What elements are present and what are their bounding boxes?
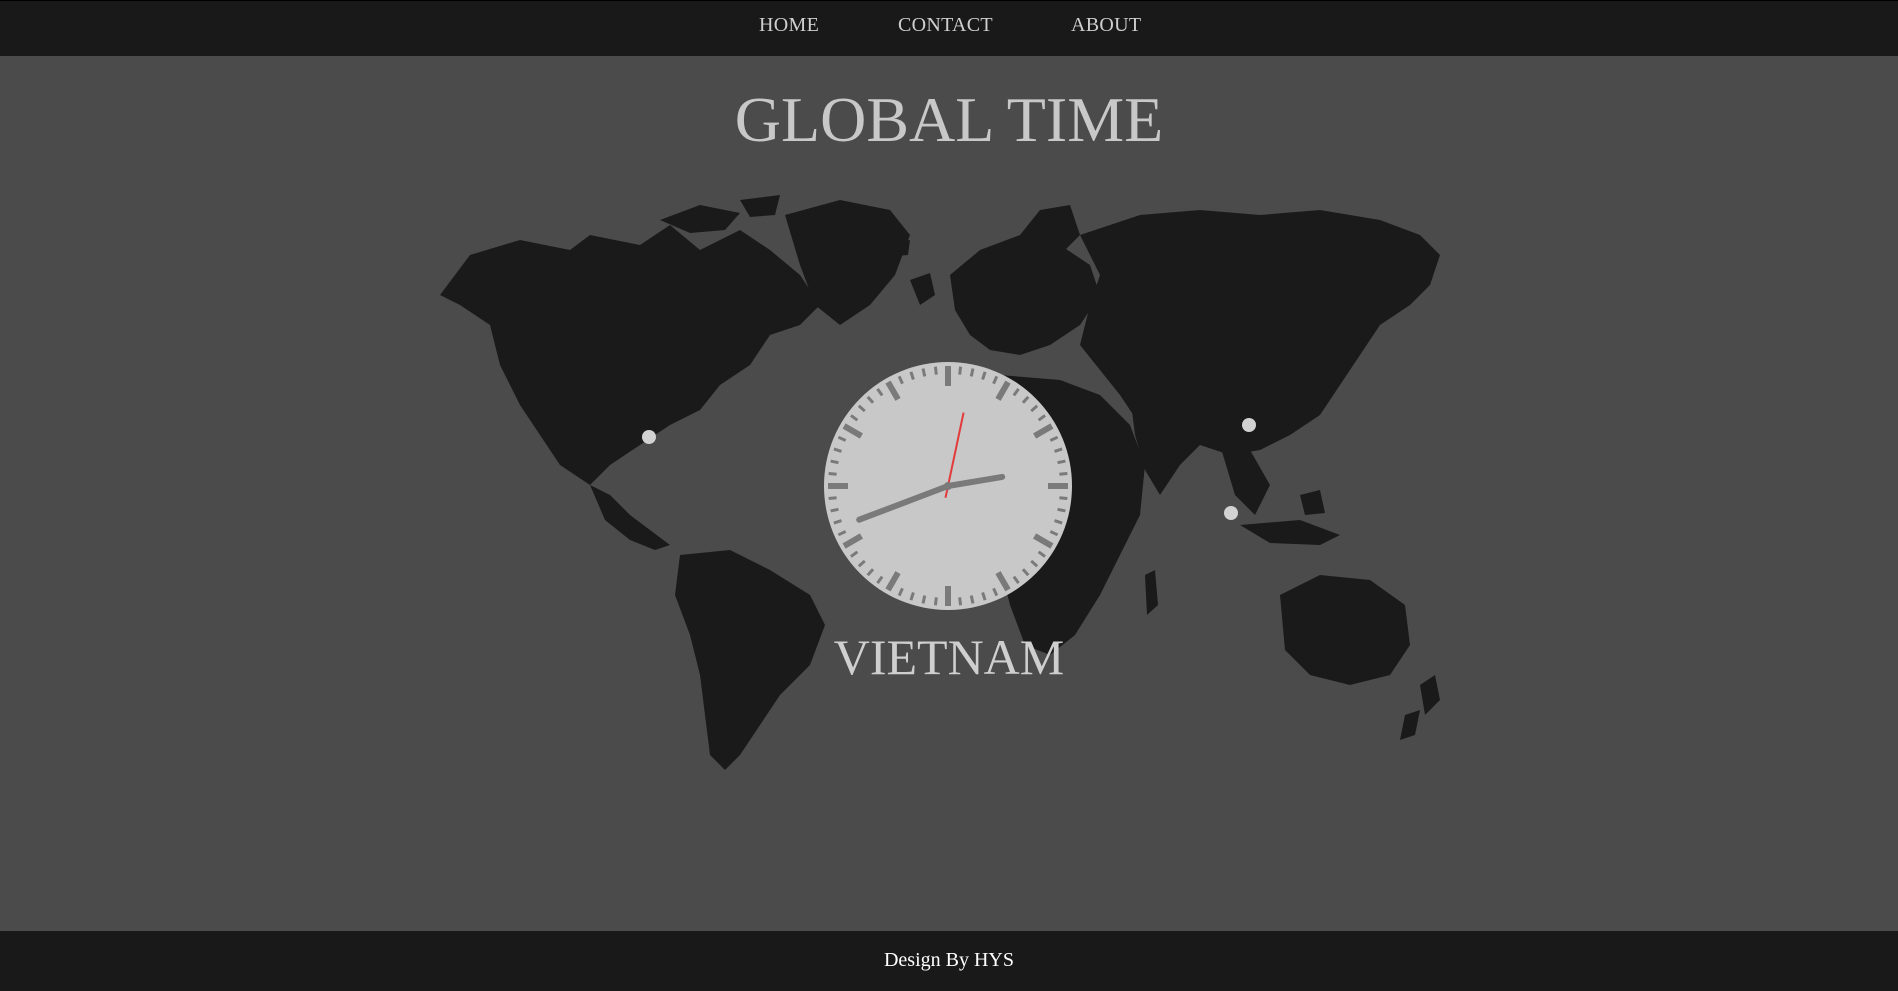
clock-minute-tick — [1057, 459, 1066, 465]
clock-minute-tick — [828, 471, 837, 476]
top-navigation-bar: HOME CONTACT ABOUT — [0, 0, 1898, 56]
clock-minute-tick — [958, 597, 963, 606]
clock-minute-tick — [933, 366, 938, 375]
nav-home-link[interactable]: HOME — [759, 14, 819, 37]
nav-contact-link[interactable]: CONTACT — [898, 14, 993, 37]
city-marker-usa[interactable] — [642, 430, 656, 444]
clock-minute-tick — [958, 366, 963, 375]
clock-minute-tick — [933, 597, 938, 606]
clock-minute-tick — [921, 368, 927, 377]
clock-minute-tick — [828, 496, 837, 501]
city-marker-vietnam[interactable] — [1224, 506, 1238, 520]
clock-minute-tick — [1057, 507, 1066, 513]
clock-center-pin — [944, 482, 952, 490]
country-name: VIETNAM — [833, 629, 1065, 685]
europe-landmass — [950, 235, 1100, 355]
city-marker-china[interactable] — [1242, 418, 1256, 432]
clock-minute-tick — [969, 368, 975, 377]
page-title: GLOBAL TIME — [734, 84, 1164, 155]
clock-minute-tick — [921, 595, 927, 604]
north-america-landmass — [440, 225, 820, 485]
nav-about-link[interactable]: ABOUT — [1071, 14, 1141, 37]
footer: Design By HYS — [0, 931, 1898, 991]
clock-minute-tick — [830, 507, 839, 513]
clock-minute-tick — [830, 459, 839, 465]
central-america-landmass — [590, 485, 670, 550]
clock-minute-tick — [1059, 496, 1068, 501]
clock-minute-tick — [1059, 471, 1068, 476]
footer-credit: Design By HYS — [883, 949, 1014, 971]
analog-clock — [824, 362, 1072, 610]
clock-minute-tick — [969, 595, 975, 604]
